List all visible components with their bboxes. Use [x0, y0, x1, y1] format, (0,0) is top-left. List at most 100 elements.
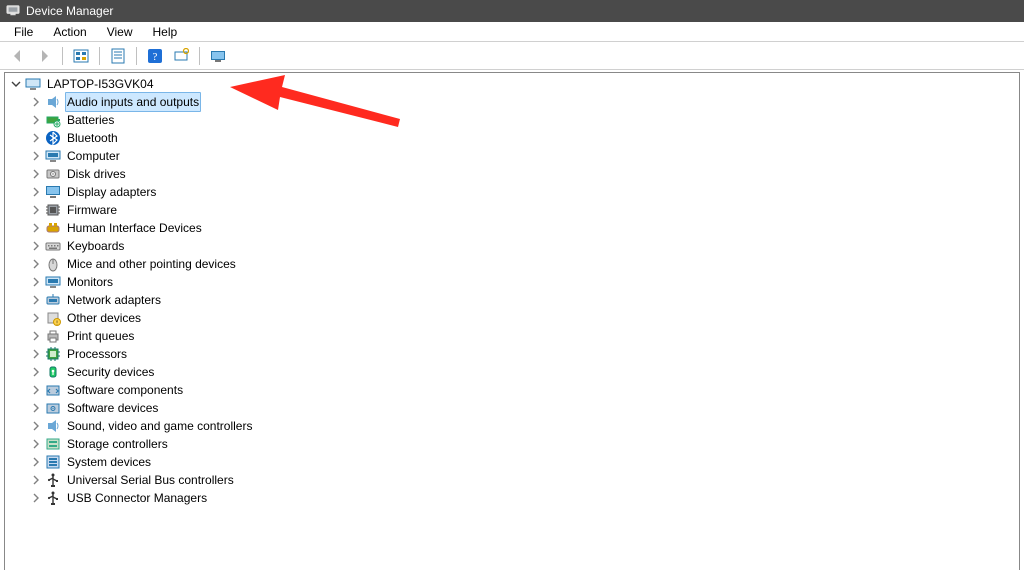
- properties-button[interactable]: [106, 45, 130, 67]
- device-tree-panel: LAPTOP-I53GVK04 Audio inputs and outputs…: [4, 72, 1020, 570]
- tree-item-label: Display adapters: [65, 183, 158, 201]
- usb-icon: [45, 472, 61, 488]
- chevron-right-icon[interactable]: [29, 95, 43, 109]
- tree-item-label: Bluetooth: [65, 129, 120, 147]
- chevron-right-icon[interactable]: [29, 257, 43, 271]
- bluetooth-icon: [45, 130, 61, 146]
- device-tree[interactable]: LAPTOP-I53GVK04 Audio inputs and outputs…: [5, 75, 1019, 507]
- chevron-right-icon[interactable]: [29, 473, 43, 487]
- chevron-right-icon[interactable]: [29, 221, 43, 235]
- keyboard-icon: [45, 238, 61, 254]
- tree-item-label: Computer: [65, 147, 122, 165]
- storage-icon: [45, 436, 61, 452]
- speaker-icon: [45, 94, 61, 110]
- speaker-icon: [45, 418, 61, 434]
- mouse-icon: [45, 256, 61, 272]
- tree-item[interactable]: Sound, video and game controllers: [5, 417, 1019, 435]
- chevron-right-icon[interactable]: [29, 311, 43, 325]
- tree-item[interactable]: Software devices: [5, 399, 1019, 417]
- chevron-right-icon[interactable]: [29, 347, 43, 361]
- tree-item-label: Network adapters: [65, 291, 163, 309]
- chevron-right-icon[interactable]: [29, 167, 43, 181]
- monitor-icon: [45, 148, 61, 164]
- tree-item[interactable]: Keyboards: [5, 237, 1019, 255]
- disk-icon: [45, 166, 61, 182]
- chevron-down-icon[interactable]: [9, 77, 23, 91]
- chevron-right-icon[interactable]: [29, 203, 43, 217]
- tree-item-label: Universal Serial Bus controllers: [65, 471, 236, 489]
- tree-item[interactable]: Storage controllers: [5, 435, 1019, 453]
- tree-item-label: Audio inputs and outputs: [65, 92, 201, 112]
- tree-item-label: Software components: [65, 381, 185, 399]
- chevron-right-icon[interactable]: [29, 329, 43, 343]
- menu-file[interactable]: File: [4, 23, 43, 41]
- tree-item[interactable]: Monitors: [5, 273, 1019, 291]
- monitor-button[interactable]: [206, 45, 230, 67]
- chevron-right-icon[interactable]: [29, 419, 43, 433]
- forward-button[interactable]: [32, 45, 56, 67]
- chevron-right-icon[interactable]: [29, 185, 43, 199]
- hid-icon: [45, 220, 61, 236]
- chip-icon: [45, 202, 61, 218]
- softdev-icon: [45, 400, 61, 416]
- menu-view[interactable]: View: [97, 23, 143, 41]
- tree-item-label: Processors: [65, 345, 129, 363]
- tree-item-label: Disk drives: [65, 165, 128, 183]
- menu-help[interactable]: Help: [143, 23, 188, 41]
- chevron-right-icon[interactable]: [29, 275, 43, 289]
- tree-item[interactable]: Mice and other pointing devices: [5, 255, 1019, 273]
- tree-item[interactable]: Disk drives: [5, 165, 1019, 183]
- tree-item[interactable]: System devices: [5, 453, 1019, 471]
- tree-item-label: Software devices: [65, 399, 160, 417]
- usb-icon: [45, 490, 61, 506]
- chevron-right-icon[interactable]: [29, 131, 43, 145]
- tree-item[interactable]: Network adapters: [5, 291, 1019, 309]
- chevron-right-icon[interactable]: [29, 149, 43, 163]
- battery-icon: [45, 112, 61, 128]
- help-button[interactable]: ?: [143, 45, 167, 67]
- tree-item[interactable]: Bluetooth: [5, 129, 1019, 147]
- chevron-right-icon[interactable]: [29, 365, 43, 379]
- tree-item-label: Firmware: [65, 201, 119, 219]
- tree-item-label: Mice and other pointing devices: [65, 255, 238, 273]
- show-hidden-button[interactable]: [69, 45, 93, 67]
- chevron-right-icon[interactable]: [29, 401, 43, 415]
- processor-icon: [45, 346, 61, 362]
- window-titlebar: Device Manager: [0, 0, 1024, 22]
- tree-item[interactable]: Security devices: [5, 363, 1019, 381]
- other-icon: [45, 310, 61, 326]
- tree-item[interactable]: Human Interface Devices: [5, 219, 1019, 237]
- monitor-icon: [45, 274, 61, 290]
- toolbar-separator: [199, 47, 200, 65]
- softcomp-icon: [45, 382, 61, 398]
- tree-item[interactable]: Processors: [5, 345, 1019, 363]
- tree-item-label: Sound, video and game controllers: [65, 417, 254, 435]
- scan-hardware-button[interactable]: [169, 45, 193, 67]
- chevron-right-icon[interactable]: [29, 239, 43, 253]
- menu-action[interactable]: Action: [43, 23, 96, 41]
- tree-item[interactable]: Universal Serial Bus controllers: [5, 471, 1019, 489]
- tree-item[interactable]: Computer: [5, 147, 1019, 165]
- window-title: Device Manager: [26, 4, 113, 18]
- tree-item[interactable]: USB Connector Managers: [5, 489, 1019, 507]
- chevron-right-icon[interactable]: [29, 383, 43, 397]
- tree-item[interactable]: Software components: [5, 381, 1019, 399]
- tree-item[interactable]: Batteries: [5, 111, 1019, 129]
- chevron-right-icon[interactable]: [29, 491, 43, 505]
- device-manager-icon: [6, 3, 20, 20]
- chevron-right-icon[interactable]: [29, 437, 43, 451]
- tree-item[interactable]: Print queues: [5, 327, 1019, 345]
- chevron-right-icon[interactable]: [29, 455, 43, 469]
- tree-item[interactable]: Audio inputs and outputs: [5, 93, 1019, 111]
- tree-item[interactable]: Other devices: [5, 309, 1019, 327]
- tree-item[interactable]: Display adapters: [5, 183, 1019, 201]
- tree-item[interactable]: Firmware: [5, 201, 1019, 219]
- chevron-right-icon[interactable]: [29, 293, 43, 307]
- back-button[interactable]: [6, 45, 30, 67]
- chevron-right-icon[interactable]: [29, 113, 43, 127]
- tree-item-label: Other devices: [65, 309, 143, 327]
- tree-item-label: Storage controllers: [65, 435, 170, 453]
- tree-root[interactable]: LAPTOP-I53GVK04: [5, 75, 1019, 93]
- tree-item-label: Human Interface Devices: [65, 219, 204, 237]
- tree-item-label: Batteries: [65, 111, 116, 129]
